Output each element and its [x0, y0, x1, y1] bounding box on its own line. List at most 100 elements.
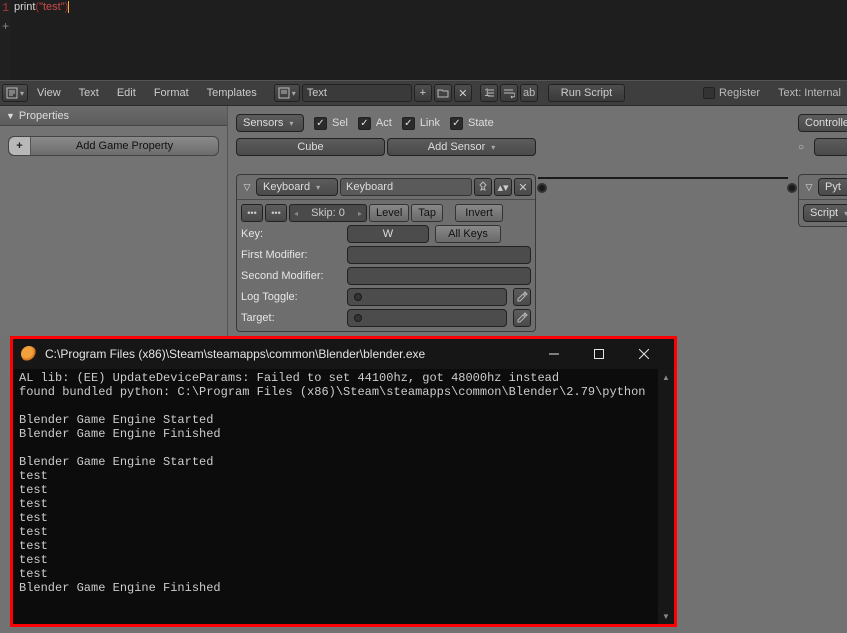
skip-field[interactable]: ◂ Skip: 0 ▸: [289, 204, 367, 222]
controller-brick-python: ▽ Pyt▾ Pyth 1 ▴▾ ✕ Script▾ Text: [798, 174, 847, 227]
console-output[interactable]: AL lib: (EE) UpdateDeviceParams: Failed …: [17, 369, 658, 620]
add-game-property-label: Add Game Property: [31, 140, 218, 152]
log-toggle-label: Log Toggle:: [241, 291, 341, 303]
minimize-button[interactable]: [531, 339, 576, 369]
second-modifier-field[interactable]: [347, 267, 531, 285]
controllers-label: Controllers: [805, 117, 847, 129]
new-text-button[interactable]: +: [414, 84, 432, 102]
plus-icon: +: [9, 137, 31, 155]
menu-format[interactable]: Format: [145, 87, 198, 99]
code-line[interactable]: print("test"): [14, 0, 69, 14]
log-toggle-field[interactable]: [347, 288, 507, 306]
delete-sensor-button[interactable]: ✕: [514, 178, 532, 196]
run-script-button[interactable]: Run Script: [548, 84, 625, 102]
console-scrollbar[interactable]: ▲ ▼: [658, 369, 674, 624]
properties-header[interactable]: ▼ Properties: [0, 106, 227, 126]
script-mode-label: Script: [810, 207, 838, 219]
script-mode-dropdown[interactable]: Script▾: [803, 204, 847, 222]
collapse-triangle-icon: ▼: [6, 111, 15, 121]
sensor-name-field[interactable]: Keyboard: [340, 178, 472, 196]
menu-templates[interactable]: Templates: [198, 87, 266, 99]
line-numbers-icon: 1: [483, 87, 495, 99]
skip-label: Skip:: [311, 207, 335, 219]
collapse-triangle-icon[interactable]: ▽: [802, 182, 816, 193]
level-button[interactable]: Level: [369, 204, 409, 222]
code-keyword: print: [14, 1, 35, 13]
tap-button[interactable]: Tap: [411, 204, 443, 222]
scroll-down-icon[interactable]: ▼: [658, 608, 674, 624]
text-editor-header: ▾ View Text Edit Format Templates ▾ Text…: [0, 80, 847, 106]
sensors-sel-checkbox[interactable]: [314, 117, 327, 130]
sensors-link-checkbox[interactable]: [402, 117, 415, 130]
sensors-state-checkbox[interactable]: [450, 117, 463, 130]
controller-type-dropdown[interactable]: Pyt▾: [818, 178, 847, 196]
invert-button[interactable]: Invert: [455, 204, 503, 222]
text-block-name-field[interactable]: Text: [302, 84, 412, 102]
text-editor-icon: [6, 87, 18, 99]
split-area-icon[interactable]: +: [0, 20, 11, 34]
register-label: Register: [719, 87, 760, 99]
dot-icon: [354, 314, 362, 322]
editor-type-selector[interactable]: ▾: [2, 84, 28, 102]
controller-object-name[interactable]: Cube: [814, 138, 847, 156]
scroll-up-icon[interactable]: ▲: [658, 369, 674, 385]
eyedropper-icon: [516, 312, 528, 324]
sensors-label: Sensors: [243, 117, 283, 129]
arrow-right-icon: ▸: [358, 209, 362, 218]
sensor-output-socket[interactable]: [537, 183, 547, 193]
open-text-button[interactable]: [434, 84, 452, 102]
first-modifier-field[interactable]: [347, 246, 531, 264]
word-wrap-toggle[interactable]: [500, 84, 518, 102]
menu-text[interactable]: Text: [70, 87, 108, 99]
plus-icon: +: [420, 87, 426, 99]
line-number: 1: [2, 1, 9, 15]
sensor-type-label: Keyboard: [263, 181, 310, 193]
line-numbers-toggle[interactable]: 1: [480, 84, 498, 102]
text-browse-button[interactable]: ▾: [274, 84, 300, 102]
console-titlebar[interactable]: C:\Program Files (x86)\Steam\steamapps\c…: [13, 339, 674, 369]
text-editor[interactable]: 1 print("test") +: [0, 0, 847, 80]
x-icon: ✕: [458, 87, 467, 100]
maximize-button[interactable]: [576, 339, 621, 369]
logic-bricks-area[interactable]: Sensors▾ Sel Act Link State Cube Add Sen…: [228, 106, 847, 336]
text-datablock-icon: [278, 87, 290, 99]
sensors-act-label: Act: [376, 117, 392, 129]
syntax-highlight-toggle[interactable]: ab: [520, 84, 538, 102]
add-sensor-dropdown[interactable]: Add Sensor▾: [387, 138, 536, 156]
arrow-left-icon: ◂: [294, 209, 298, 218]
pin-icon: [477, 181, 489, 193]
line-gutter: 1: [0, 0, 11, 80]
first-modifier-label: First Modifier:: [241, 249, 341, 261]
console-window: C:\Program Files (x86)\Steam\steamapps\c…: [10, 336, 677, 627]
all-keys-button[interactable]: All Keys: [435, 225, 501, 243]
controllers-dropdown[interactable]: Controllers▾: [798, 114, 847, 132]
sensors-dropdown[interactable]: Sensors▾: [236, 114, 304, 132]
move-button[interactable]: ▴▾: [494, 178, 512, 196]
controller-input-socket[interactable]: [787, 183, 797, 193]
sensors-column: Sensors▾ Sel Act Link State Cube Add Sen…: [236, 114, 536, 332]
code-string: "test": [39, 1, 65, 13]
sensor-object-name[interactable]: Cube: [236, 138, 385, 156]
menu-edit[interactable]: Edit: [108, 87, 145, 99]
pulse-false-button[interactable]: •••: [265, 204, 287, 222]
close-button[interactable]: [621, 339, 666, 369]
log-eyedropper-button[interactable]: [513, 288, 531, 306]
controllers-column: Controllers▾ Sel Act Link ○ Cube Add Con…: [798, 114, 847, 227]
arrow-down-icon: ▾: [491, 143, 495, 152]
sensor-type-dropdown[interactable]: Keyboard▾: [256, 178, 338, 196]
state-circle-icon[interactable]: ○: [798, 142, 804, 153]
sensors-act-checkbox[interactable]: [358, 117, 371, 130]
add-game-property-button[interactable]: + Add Game Property: [8, 136, 219, 156]
menu-view[interactable]: View: [28, 87, 70, 99]
target-eyedropper-button[interactable]: [513, 309, 531, 327]
target-field[interactable]: [347, 309, 507, 327]
sensors-link-label: Link: [420, 117, 440, 129]
unlink-text-button[interactable]: ✕: [454, 84, 472, 102]
close-icon: [639, 349, 649, 359]
collapse-triangle-icon[interactable]: ▽: [240, 182, 254, 193]
key-field[interactable]: W: [347, 225, 429, 243]
pulse-true-button[interactable]: •••: [241, 204, 263, 222]
sensors-state-label: State: [468, 117, 494, 129]
pin-button[interactable]: [474, 178, 492, 196]
register-checkbox[interactable]: [703, 87, 715, 99]
